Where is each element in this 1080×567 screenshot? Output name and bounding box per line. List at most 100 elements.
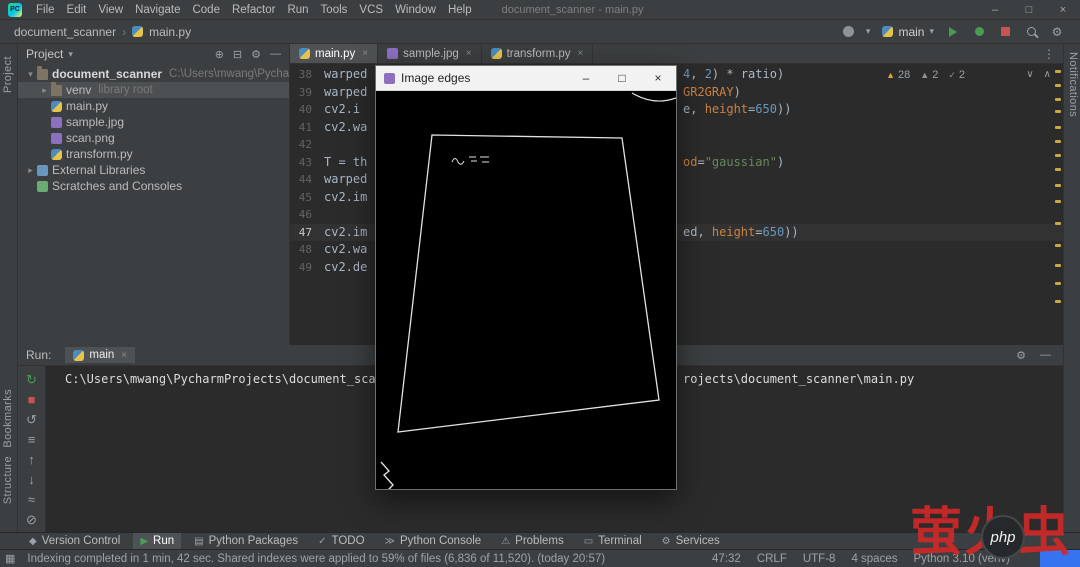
- line-number[interactable]: 44: [290, 171, 312, 189]
- tab-main-py[interactable]: main.py ×: [290, 44, 379, 63]
- tree-chevron-icon[interactable]: ▾: [24, 69, 37, 80]
- warning-stripe-mark[interactable]: [1055, 84, 1061, 87]
- breadcrumb-item-document-scanner[interactable]: document_scanner: [14, 25, 116, 39]
- close-icon[interactable]: ×: [578, 48, 584, 59]
- tree-item-venv[interactable]: ▸ venv library root: [18, 82, 289, 98]
- toolbar-debug-icon[interactable]: [972, 25, 986, 39]
- toolwindow-button-terminal[interactable]: ▭ Terminal: [577, 533, 649, 550]
- indent-style[interactable]: 4 spaces: [851, 553, 897, 565]
- tree-chevron-icon[interactable]: ▸: [38, 85, 51, 96]
- caret-position[interactable]: 47:32: [712, 553, 741, 565]
- locate-file-icon[interactable]: ⊕: [215, 48, 224, 61]
- toolbar-settings-icon[interactable]: ⚙: [1050, 25, 1064, 39]
- line-number[interactable]: 42: [290, 136, 312, 154]
- warning-stripe-mark[interactable]: [1055, 98, 1061, 101]
- menu-view[interactable]: View: [92, 0, 129, 20]
- warning-stripe-mark[interactable]: [1055, 154, 1061, 157]
- project-panel-title[interactable]: Project: [26, 47, 63, 61]
- warning-stripe-mark[interactable]: [1055, 244, 1061, 247]
- history-icon[interactable]: ≡: [28, 433, 36, 446]
- prev-problem-icon[interactable]: ∧: [1044, 69, 1051, 80]
- toolbar-stop-icon[interactable]: [998, 25, 1012, 39]
- close-icon[interactable]: ×: [640, 66, 676, 91]
- toolwindow-button-problems[interactable]: ⚠ Problems: [494, 533, 571, 550]
- toolwindow-button-version-control[interactable]: ◆ Version Control: [22, 533, 127, 550]
- chevron-down-icon[interactable]: ▾: [68, 49, 73, 60]
- tree-item-external-libraries[interactable]: ▸ External Libraries: [18, 162, 289, 178]
- tab-transform-py[interactable]: transform.py ×: [482, 44, 594, 63]
- warning-stripe-mark[interactable]: [1055, 200, 1061, 203]
- tree-chevron-icon[interactable]: ▸: [24, 165, 37, 176]
- warning-stripe-mark[interactable]: [1055, 282, 1061, 285]
- warning-stripe-mark[interactable]: [1055, 140, 1061, 143]
- tool-window-toggle-icon[interactable]: ▦: [5, 552, 15, 565]
- warning-stripe-mark[interactable]: [1055, 70, 1061, 73]
- inspection-item-1[interactable]: ▲ 2: [920, 69, 938, 81]
- toolwindow-button-python-packages[interactable]: ▤ Python Packages: [187, 533, 305, 550]
- menu-refactor[interactable]: Refactor: [226, 0, 281, 20]
- tree-item-transform-py[interactable]: transform.py: [18, 146, 289, 162]
- scroll-up-icon[interactable]: ↑: [28, 453, 35, 466]
- tree-item-main-py[interactable]: main.py: [18, 98, 289, 114]
- clear-all-icon[interactable]: ⊘: [26, 513, 37, 526]
- run-tab-main[interactable]: main ×: [65, 347, 136, 363]
- menu-edit[interactable]: Edit: [61, 0, 93, 20]
- next-problem-icon[interactable]: ∨: [1026, 69, 1033, 80]
- menu-navigate[interactable]: Navigate: [129, 0, 186, 20]
- stripe-label-bookmarks[interactable]: Bookmarks: [2, 389, 14, 448]
- chevron-down-icon[interactable]: ▾: [866, 26, 871, 37]
- run-config-selector[interactable]: main ▾: [882, 25, 934, 39]
- line-separator[interactable]: CRLF: [757, 553, 787, 565]
- line-number[interactable]: 41: [290, 119, 312, 137]
- stripe-label-notifications[interactable]: Notifications: [1067, 52, 1079, 117]
- inspection-item-2[interactable]: ✓ 2: [948, 69, 965, 81]
- menu-file[interactable]: File: [30, 0, 61, 20]
- close-icon[interactable]: ×: [121, 350, 127, 361]
- line-number[interactable]: 47: [290, 224, 312, 242]
- warning-stripe-mark[interactable]: [1055, 126, 1061, 129]
- tab-sample-jpg[interactable]: sample.jpg ×: [378, 44, 482, 63]
- warning-stripe-mark[interactable]: [1055, 168, 1061, 171]
- line-number[interactable]: 43: [290, 154, 312, 172]
- toolwindow-button-todo[interactable]: ✓ TODO: [311, 533, 371, 550]
- menu-vcs[interactable]: VCS: [353, 0, 389, 20]
- hide-panel-icon[interactable]: —: [1040, 349, 1051, 362]
- scroll-down-icon[interactable]: ↓: [28, 473, 35, 486]
- file-encoding[interactable]: UTF-8: [803, 553, 836, 565]
- maximize-icon[interactable]: □: [1012, 0, 1046, 20]
- toolwindow-button-services[interactable]: ⚙ Services: [655, 533, 727, 550]
- menu-help[interactable]: Help: [442, 0, 478, 20]
- close-icon[interactable]: ×: [362, 48, 368, 59]
- menu-code[interactable]: Code: [186, 0, 226, 20]
- toolbar-search-everywhere-icon[interactable]: [1024, 25, 1038, 39]
- tab-options-icon[interactable]: ⋮: [1043, 47, 1055, 61]
- hide-panel-icon[interactable]: —: [270, 48, 281, 61]
- toolwindow-button-python-console[interactable]: ≫ Python Console: [378, 533, 489, 550]
- toolbar-run-icon[interactable]: [946, 25, 960, 39]
- line-number[interactable]: 48: [290, 241, 312, 259]
- tree-item-document-scanner[interactable]: ▾ document_scanner C:\Users\mwang\PycharmP…: [18, 66, 289, 82]
- line-number[interactable]: 40: [290, 101, 312, 119]
- close-icon[interactable]: ×: [466, 48, 472, 59]
- line-number[interactable]: 49: [290, 259, 312, 277]
- tree-item-scratches-and-consoles[interactable]: Scratches and Consoles: [18, 178, 289, 194]
- close-icon[interactable]: ×: [1046, 0, 1080, 20]
- line-number[interactable]: 38: [290, 66, 312, 84]
- line-number[interactable]: 46: [290, 206, 312, 224]
- menu-tools[interactable]: Tools: [315, 0, 354, 20]
- python-interpreter[interactable]: Python 3.10 (venv): [913, 553, 1010, 565]
- line-number[interactable]: 39: [290, 84, 312, 102]
- warning-stripe-mark[interactable]: [1055, 300, 1061, 303]
- tree-item-scan-png[interactable]: scan.png: [18, 130, 289, 146]
- stripe-label-project[interactable]: Project: [2, 56, 14, 93]
- menu-run[interactable]: Run: [281, 0, 314, 20]
- minimize-icon[interactable]: –: [978, 0, 1012, 20]
- image-window-titlebar[interactable]: Image edges – □ ×: [376, 66, 676, 91]
- minimize-icon[interactable]: –: [568, 66, 604, 91]
- soft-wrap-icon[interactable]: ≈: [28, 493, 35, 506]
- rerun-icon[interactable]: ↻: [26, 373, 37, 386]
- maximize-icon[interactable]: □: [604, 66, 640, 91]
- warning-stripe-mark[interactable]: [1055, 222, 1061, 225]
- gear-icon[interactable]: ⚙: [1016, 349, 1026, 362]
- warning-stripe-mark[interactable]: [1055, 110, 1061, 113]
